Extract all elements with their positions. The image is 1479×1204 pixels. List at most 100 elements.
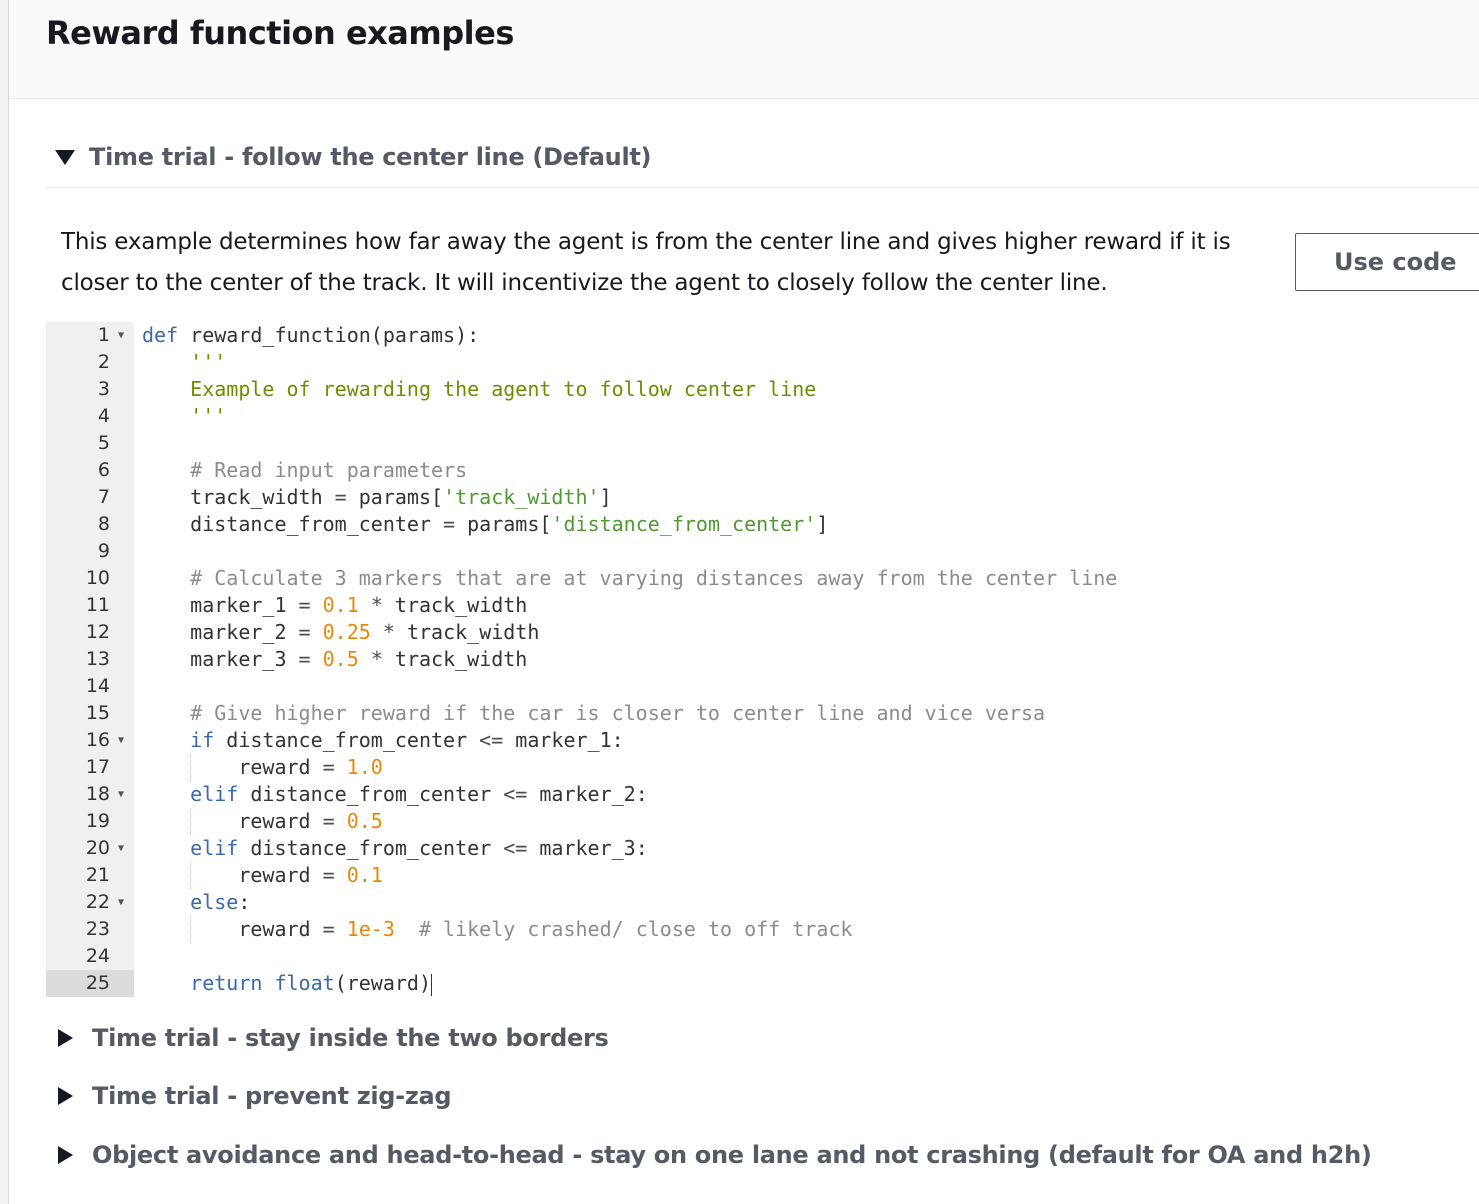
code-text: elif distance_from_center <= marker_3: bbox=[142, 835, 648, 862]
line-number: 4 bbox=[97, 405, 110, 427]
line-number: 19 bbox=[85, 810, 110, 832]
code-token: (reward) bbox=[334, 971, 432, 995]
page-title: Reward function examples bbox=[46, 14, 514, 52]
code-line[interactable]: 24 bbox=[46, 943, 1479, 970]
line-number: 10 bbox=[85, 567, 110, 589]
fold-arrow-icon[interactable]: ▼ bbox=[118, 781, 124, 808]
code-token: reward_function(params): bbox=[178, 323, 480, 347]
code-token: marker_1 bbox=[142, 593, 299, 617]
line-number: 8 bbox=[97, 513, 110, 535]
line-number: 2 bbox=[97, 351, 110, 373]
code-text: def reward_function(params): bbox=[142, 322, 479, 349]
code-token: = bbox=[443, 512, 456, 536]
section-title-label: Time trial - prevent zig-zag bbox=[92, 1082, 452, 1110]
code-line[interactable]: 7 track_width = params['track_width'] bbox=[46, 484, 1479, 511]
code-token: marker_2 bbox=[142, 620, 299, 644]
code-line[interactable]: 17 reward = 1.0 bbox=[46, 754, 1479, 781]
code-token: <= bbox=[503, 782, 528, 806]
use-code-button[interactable]: Use code bbox=[1295, 233, 1479, 291]
line-number: 14 bbox=[85, 675, 110, 697]
code-token: distance_from_center bbox=[214, 728, 480, 752]
section-object-avoidance-toggle[interactable]: Object avoidance and head-to-head - stay… bbox=[54, 1141, 1372, 1169]
code-token: marker_1: bbox=[503, 728, 624, 752]
code-line[interactable]: 5 bbox=[46, 430, 1479, 457]
code-line[interactable]: 18 ▼ elif distance_from_center <= marker_… bbox=[46, 781, 1479, 808]
section-description: This example determines how far away the… bbox=[61, 229, 1231, 296]
line-number: 18 bbox=[85, 783, 110, 805]
code-token: marker_3: bbox=[527, 836, 648, 860]
code-line[interactable]: 21 reward = 0.1 bbox=[46, 862, 1479, 889]
code-line[interactable]: 9 bbox=[46, 538, 1479, 565]
code-text: ''' bbox=[142, 349, 226, 376]
code-token: else bbox=[190, 890, 239, 914]
fold-arrow-icon[interactable]: ▼ bbox=[118, 322, 124, 349]
code-line[interactable]: 14 bbox=[46, 673, 1479, 700]
code-text: # Give higher reward if the car is close… bbox=[142, 700, 1045, 727]
code-line[interactable]: 3 Example of rewarding the agent to foll… bbox=[46, 376, 1479, 403]
line-number: 20 bbox=[85, 837, 110, 859]
code-token: ''' bbox=[142, 404, 227, 428]
code-token: Example of rewarding the agent to follow… bbox=[142, 377, 817, 401]
line-number: 5 bbox=[97, 432, 110, 454]
code-token: * bbox=[370, 593, 383, 617]
line-number: 9 bbox=[97, 540, 110, 562]
code-token: track_width bbox=[382, 593, 528, 617]
page-header: Reward function examples bbox=[9, 0, 1479, 99]
code-token: = bbox=[298, 620, 311, 644]
code-token: reward bbox=[142, 863, 323, 887]
code-token: 'track_width' bbox=[443, 485, 600, 509]
code-line[interactable]: 19 reward = 0.5 bbox=[46, 808, 1479, 835]
code-line[interactable]: 11 marker_1 = 0.1 * track_width bbox=[46, 592, 1479, 619]
line-number: 11 bbox=[85, 594, 110, 616]
code-token: if bbox=[190, 728, 215, 752]
code-token: # Read input parameters bbox=[142, 458, 468, 482]
code-line[interactable]: 10 # Calculate 3 markers that are at var… bbox=[46, 565, 1479, 592]
code-text: # Calculate 3 markers that are at varyin… bbox=[142, 565, 1117, 592]
fold-arrow-icon[interactable]: ▼ bbox=[118, 727, 124, 754]
code-token: 0.1 bbox=[322, 593, 359, 617]
section-stay-inside-borders-toggle[interactable]: Time trial - stay inside the two borders bbox=[54, 1024, 609, 1052]
section-prevent-zig-zag-toggle[interactable]: Time trial - prevent zig-zag bbox=[54, 1082, 452, 1110]
code-line[interactable]: 1 ▼ def reward_function(params): bbox=[46, 322, 1479, 349]
code-token: * bbox=[370, 647, 383, 671]
line-number: 25 bbox=[85, 972, 110, 994]
code-line[interactable]: 2 ''' bbox=[46, 349, 1479, 376]
code-line[interactable]: 4 ''' bbox=[46, 403, 1479, 430]
code-token: reward bbox=[142, 755, 323, 779]
line-number: 17 bbox=[85, 756, 110, 778]
code-token: float bbox=[274, 971, 335, 995]
fold-arrow-icon[interactable]: ▼ bbox=[118, 889, 124, 916]
left-edge-panel bbox=[0, 0, 9, 1204]
code-text: marker_1 = 0.1 * track_width bbox=[142, 592, 527, 619]
line-number: 16 bbox=[85, 729, 110, 751]
code-editor[interactable]: 1 ▼ def reward_function(params): 2 ''' 3 Exa… bbox=[46, 322, 1479, 997]
code-token: 0.5 bbox=[346, 809, 383, 833]
caret-right-icon bbox=[58, 1146, 73, 1164]
code-token: distance_from_center bbox=[238, 782, 504, 806]
code-line[interactable]: 13 marker_3 = 0.5 * track_width bbox=[46, 646, 1479, 673]
code-line[interactable]: 20 ▼ elif distance_from_center <= marker_… bbox=[46, 835, 1479, 862]
section-follow-center-line-toggle[interactable]: Time trial - follow the center line (Def… bbox=[54, 143, 652, 171]
line-number: 7 bbox=[97, 486, 110, 508]
code-line[interactable]: 12 marker_2 = 0.25 * track_width bbox=[46, 619, 1479, 646]
code-line[interactable]: 25 return float(reward) bbox=[46, 970, 1479, 997]
code-line[interactable]: 8 distance_from_center = params['distanc… bbox=[46, 511, 1479, 538]
code-line[interactable]: 22 ▼ else: bbox=[46, 889, 1479, 916]
code-token: 'distance_from_center' bbox=[551, 512, 817, 536]
code-line[interactable]: 15 # Give higher reward if the car is cl… bbox=[46, 700, 1479, 727]
code-text: ''' bbox=[142, 403, 226, 430]
code-token: params[ bbox=[455, 512, 552, 536]
code-token: = bbox=[334, 485, 347, 509]
fold-arrow-icon[interactable]: ▼ bbox=[118, 835, 124, 862]
section-title-label: Object avoidance and head-to-head - stay… bbox=[92, 1141, 1372, 1169]
code-token: def bbox=[142, 323, 179, 347]
code-line[interactable]: 16 ▼ if distance_from_center <= marker_1: bbox=[46, 727, 1479, 754]
code-token: <= bbox=[479, 728, 504, 752]
code-line[interactable]: 23 reward = 1e-3 # likely crashed/ close… bbox=[46, 916, 1479, 943]
code-line[interactable]: 6 # Read input parameters bbox=[46, 457, 1479, 484]
